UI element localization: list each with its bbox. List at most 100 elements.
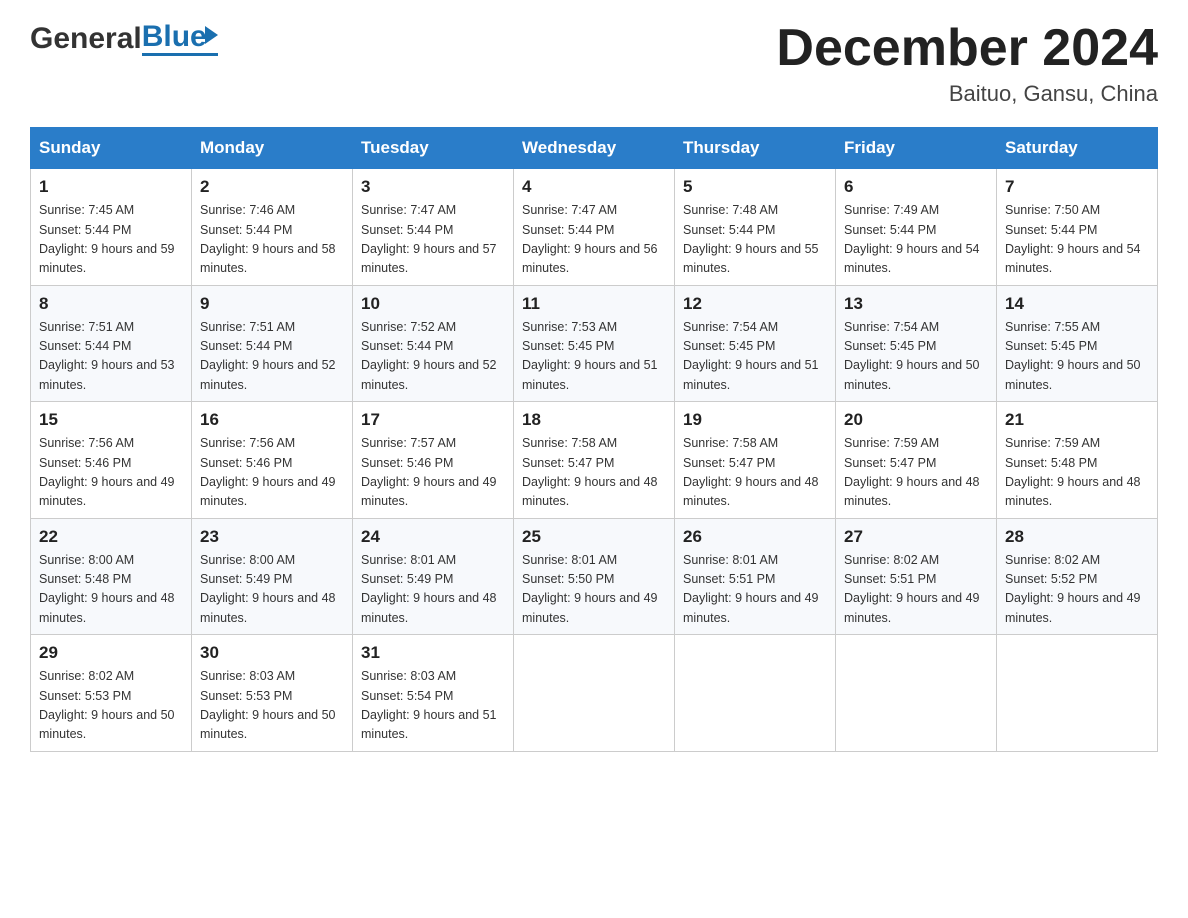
calendar-week-row: 15Sunrise: 7:56 AMSunset: 5:46 PMDayligh…: [31, 402, 1158, 519]
day-info: Sunrise: 7:58 AMSunset: 5:47 PMDaylight:…: [683, 434, 827, 512]
sunset-time: Sunset: 5:48 PM: [1005, 456, 1097, 470]
calendar-cell: 10Sunrise: 7:52 AMSunset: 5:44 PMDayligh…: [353, 285, 514, 402]
day-info: Sunrise: 7:48 AM Sunset: 5:44 PM Daylight:…: [683, 201, 827, 279]
day-info: Sunrise: 7:59 AMSunset: 5:47 PMDaylight:…: [844, 434, 988, 512]
calendar-cell: 7Sunrise: 7:50 AMSunset: 5:44 PMDaylight…: [997, 169, 1158, 286]
column-header-sunday: Sunday: [31, 128, 192, 169]
sunrise-time: Sunrise: 7:59 AM: [1005, 436, 1100, 450]
daylight-duration: Daylight: 9 hours and 49 minutes.: [1005, 591, 1141, 624]
column-header-friday: Friday: [836, 128, 997, 169]
sunrise-time: Sunrise: 8:01 AM: [683, 553, 778, 567]
calendar-cell: 6Sunrise: 7:49 AMSunset: 5:44 PMDaylight…: [836, 169, 997, 286]
calendar-cell: 25Sunrise: 8:01 AMSunset: 5:50 PMDayligh…: [514, 518, 675, 635]
day-info: Sunrise: 8:00 AMSunset: 5:49 PMDaylight:…: [200, 551, 344, 629]
sunset-time: Sunset: 5:44 PM: [522, 223, 614, 237]
calendar-cell: 5 Sunrise: 7:48 AM Sunset: 5:44 PM Daylight…: [675, 169, 836, 286]
sunset-time: Sunset: 5:44 PM: [683, 223, 775, 237]
column-header-wednesday: Wednesday: [514, 128, 675, 169]
day-info: Sunrise: 8:01 AMSunset: 5:51 PMDaylight:…: [683, 551, 827, 629]
calendar-cell: 13Sunrise: 7:54 AMSunset: 5:45 PMDayligh…: [836, 285, 997, 402]
day-info: Sunrise: 8:02 AMSunset: 5:53 PMDaylight:…: [39, 667, 183, 745]
day-number: 24: [361, 527, 505, 547]
day-number: 9: [200, 294, 344, 314]
sunrise-time: Sunrise: 7:57 AM: [361, 436, 456, 450]
day-number: 14: [1005, 294, 1149, 314]
calendar-cell: [514, 635, 675, 752]
calendar-cell: 1Sunrise: 7:45 AMSunset: 5:44 PMDaylight…: [31, 169, 192, 286]
sunrise-time: Sunrise: 7:46 AM: [200, 203, 295, 217]
sunrise-time: Sunrise: 7:47 AM: [522, 203, 617, 217]
day-info: Sunrise: 7:55 AMSunset: 5:45 PMDaylight:…: [1005, 318, 1149, 396]
sunset-time: Sunset: 5:53 PM: [200, 689, 292, 703]
daylight-duration: Daylight: 9 hours and 58 minutes.: [200, 242, 336, 275]
sunrise-time: Sunrise: 7:54 AM: [844, 320, 939, 334]
month-title: December 2024: [776, 20, 1158, 77]
daylight-duration: Daylight: 9 hours and 51 minutes.: [683, 358, 819, 391]
daylight-duration: Daylight: 9 hours and 48 minutes.: [200, 591, 336, 624]
day-number: 18: [522, 410, 666, 430]
sunset-time: Sunset: 5:48 PM: [39, 572, 131, 586]
sunrise-time: Sunrise: 8:03 AM: [361, 669, 456, 683]
sunset-time: Sunset: 5:44 PM: [361, 223, 453, 237]
calendar-cell: 28Sunrise: 8:02 AMSunset: 5:52 PMDayligh…: [997, 518, 1158, 635]
sunrise-time: Sunrise: 8:02 AM: [844, 553, 939, 567]
day-number: 13: [844, 294, 988, 314]
sunset-time: Sunset: 5:47 PM: [683, 456, 775, 470]
daylight-duration: Daylight: 9 hours and 48 minutes.: [1005, 475, 1141, 508]
logo-arrow-icon: [205, 26, 218, 44]
sunset-time: Sunset: 5:44 PM: [1005, 223, 1097, 237]
day-info: Sunrise: 7:46 AMSunset: 5:44 PMDaylight:…: [200, 201, 344, 279]
day-info: Sunrise: 7:50 AMSunset: 5:44 PMDaylight:…: [1005, 201, 1149, 279]
sunset-time: Sunset: 5:44 PM: [39, 223, 131, 237]
sunrise-time: Sunrise: 7:48 AM: [683, 203, 778, 217]
day-number: 6: [844, 177, 988, 197]
calendar-cell: 29Sunrise: 8:02 AMSunset: 5:53 PMDayligh…: [31, 635, 192, 752]
sunset-time: Sunset: 5:45 PM: [844, 339, 936, 353]
daylight-duration: Daylight: 9 hours and 49 minutes.: [522, 591, 658, 624]
daylight-duration: Daylight: 9 hours and 48 minutes.: [522, 475, 658, 508]
sunset-time: Sunset: 5:50 PM: [522, 572, 614, 586]
page-header: General Blue December 2024 Baituo, Gansu…: [30, 20, 1158, 107]
calendar-cell: 19Sunrise: 7:58 AMSunset: 5:47 PMDayligh…: [675, 402, 836, 519]
day-info: Sunrise: 8:03 AMSunset: 5:54 PMDaylight:…: [361, 667, 505, 745]
daylight-duration: Daylight: 9 hours and 59 minutes.: [39, 242, 175, 275]
column-header-saturday: Saturday: [997, 128, 1158, 169]
day-info: Sunrise: 7:52 AMSunset: 5:44 PMDaylight:…: [361, 318, 505, 396]
sunset-time: Sunset: 5:46 PM: [361, 456, 453, 470]
sunrise-time: Sunrise: 7:59 AM: [844, 436, 939, 450]
sunset-time: Sunset: 5:46 PM: [39, 456, 131, 470]
day-number: 3: [361, 177, 505, 197]
sunrise-time: Sunrise: 7:51 AM: [200, 320, 295, 334]
sunrise-time: Sunrise: 7:58 AM: [522, 436, 617, 450]
calendar-cell: [997, 635, 1158, 752]
calendar-cell: 26Sunrise: 8:01 AMSunset: 5:51 PMDayligh…: [675, 518, 836, 635]
sunrise-time: Sunrise: 7:51 AM: [39, 320, 134, 334]
sunset-time: Sunset: 5:44 PM: [361, 339, 453, 353]
calendar-cell: 4 Sunrise: 7:47 AM Sunset: 5:44 PM Daylight…: [514, 169, 675, 286]
daylight-duration: Daylight: 9 hours and 52 minutes.: [200, 358, 336, 391]
calendar-cell: 30Sunrise: 8:03 AMSunset: 5:53 PMDayligh…: [192, 635, 353, 752]
sunrise-time: Sunrise: 8:00 AM: [39, 553, 134, 567]
sunrise-time: Sunrise: 7:56 AM: [200, 436, 295, 450]
sunset-time: Sunset: 5:45 PM: [683, 339, 775, 353]
daylight-duration: Daylight: 9 hours and 55 minutes.: [683, 242, 819, 275]
day-info: Sunrise: 8:00 AMSunset: 5:48 PMDaylight:…: [39, 551, 183, 629]
day-number: 12: [683, 294, 827, 314]
logo-blue-text: Blue: [142, 22, 207, 52]
calendar-week-row: 8Sunrise: 7:51 AMSunset: 5:44 PMDaylight…: [31, 285, 1158, 402]
sunrise-time: Sunrise: 7:45 AM: [39, 203, 134, 217]
calendar-cell: 21Sunrise: 7:59 AMSunset: 5:48 PMDayligh…: [997, 402, 1158, 519]
day-number: 15: [39, 410, 183, 430]
day-number: 17: [361, 410, 505, 430]
daylight-duration: Daylight: 9 hours and 50 minutes.: [39, 708, 175, 741]
calendar-cell: 9Sunrise: 7:51 AMSunset: 5:44 PMDaylight…: [192, 285, 353, 402]
day-number: 4: [522, 177, 666, 197]
daylight-duration: Daylight: 9 hours and 48 minutes.: [844, 475, 980, 508]
day-number: 5: [683, 177, 827, 197]
daylight-duration: Daylight: 9 hours and 56 minutes.: [522, 242, 658, 275]
calendar-cell: 2Sunrise: 7:46 AMSunset: 5:44 PMDaylight…: [192, 169, 353, 286]
calendar-cell: 11Sunrise: 7:53 AMSunset: 5:45 PMDayligh…: [514, 285, 675, 402]
day-number: 25: [522, 527, 666, 547]
daylight-duration: Daylight: 9 hours and 49 minutes.: [361, 475, 497, 508]
day-info: Sunrise: 7:56 AMSunset: 5:46 PMDaylight:…: [200, 434, 344, 512]
